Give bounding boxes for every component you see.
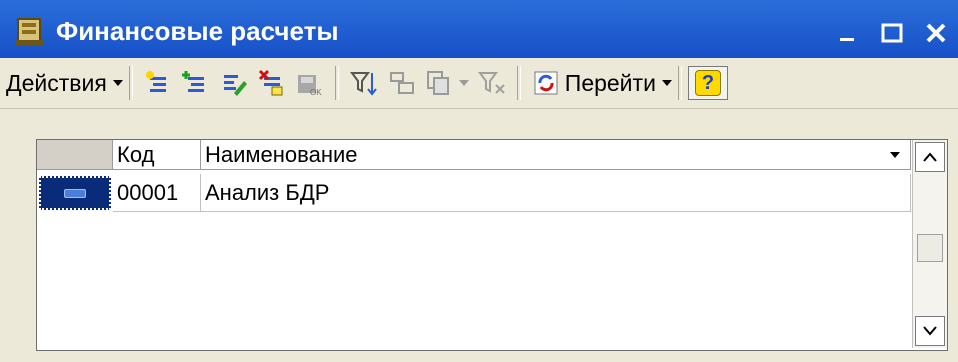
table-row[interactable]: 00001 Анализ БДР (37, 174, 911, 212)
chevron-down-icon (458, 80, 469, 86)
add-item-button[interactable] (143, 68, 173, 98)
add-group-button[interactable] (181, 68, 211, 98)
delete-item-button[interactable] (257, 68, 287, 98)
chevron-down-icon (661, 80, 672, 86)
item-icon (64, 188, 86, 198)
clear-filter-icon (477, 72, 505, 94)
actions-label: Действия (6, 69, 107, 96)
window: Финансовые расчеты Действия OK Перейти ?… (0, 0, 958, 362)
post-button[interactable]: OK (295, 68, 325, 98)
window-title: Финансовые расчеты (56, 15, 339, 46)
svg-text:OK: OK (310, 88, 322, 97)
scroll-thumb[interactable] (917, 234, 943, 262)
list-table[interactable]: Код Наименование 00001 Анализ БДР (36, 139, 948, 351)
post-icon: OK (297, 75, 322, 97)
edit-item-button[interactable] (219, 68, 249, 98)
row-selection-indicator (39, 176, 111, 210)
maximize-button[interactable] (870, 14, 914, 52)
close-button[interactable] (914, 14, 958, 52)
toolbar-separator (334, 66, 339, 100)
chevron-up-icon (923, 152, 937, 162)
add-group-icon (181, 71, 204, 92)
vertical-scrollbar[interactable] (912, 140, 947, 348)
table-header: Код Наименование (37, 140, 911, 172)
help-icon: ? (694, 70, 721, 96)
goto-label: Перейти (564, 69, 656, 96)
close-icon (926, 23, 946, 43)
toolbar-separator (677, 66, 682, 100)
refresh-button[interactable] (531, 68, 561, 98)
header-name-label: Наименование (205, 141, 358, 167)
title-bar[interactable]: Финансовые расчеты (0, 0, 958, 58)
edit-item-icon (223, 75, 247, 96)
add-item-icon (145, 71, 166, 92)
catalog-icon (12, 14, 46, 48)
row-select-cell[interactable] (37, 174, 113, 212)
minimize-button[interactable] (826, 14, 870, 52)
toolbar: Действия OK Перейти ? (0, 58, 958, 109)
scroll-down-button[interactable] (915, 316, 945, 346)
goto-menu-button[interactable]: Перейти (565, 70, 672, 97)
header-select-column[interactable] (37, 140, 113, 170)
hierarchy-icon (389, 72, 414, 94)
minimize-icon (840, 38, 854, 41)
chevron-down-icon (112, 80, 123, 86)
filter-sort-icon (349, 72, 377, 96)
toolbar-separator (128, 66, 133, 100)
refresh-icon (534, 71, 558, 95)
help-button[interactable]: ? (687, 66, 728, 100)
cell-name: Анализ БДР (201, 174, 911, 212)
toolbar-separator (516, 66, 521, 100)
sort-arrow-icon (890, 151, 900, 158)
cell-code: 00001 (113, 174, 201, 212)
delete-mark-icon (258, 69, 283, 96)
header-name[interactable]: Наименование (201, 140, 911, 170)
filter-sort-button[interactable] (349, 68, 379, 98)
copy-icon (426, 71, 449, 95)
clear-filter-button[interactable] (477, 68, 507, 98)
header-code[interactable]: Код (113, 140, 201, 170)
scroll-up-button[interactable] (915, 142, 945, 172)
chevron-down-icon (923, 326, 937, 336)
copy-dropdown-button[interactable] (425, 68, 469, 98)
hierarchy-button[interactable] (387, 68, 417, 98)
maximize-icon (881, 23, 903, 43)
actions-menu-button[interactable]: Действия (6, 70, 123, 97)
